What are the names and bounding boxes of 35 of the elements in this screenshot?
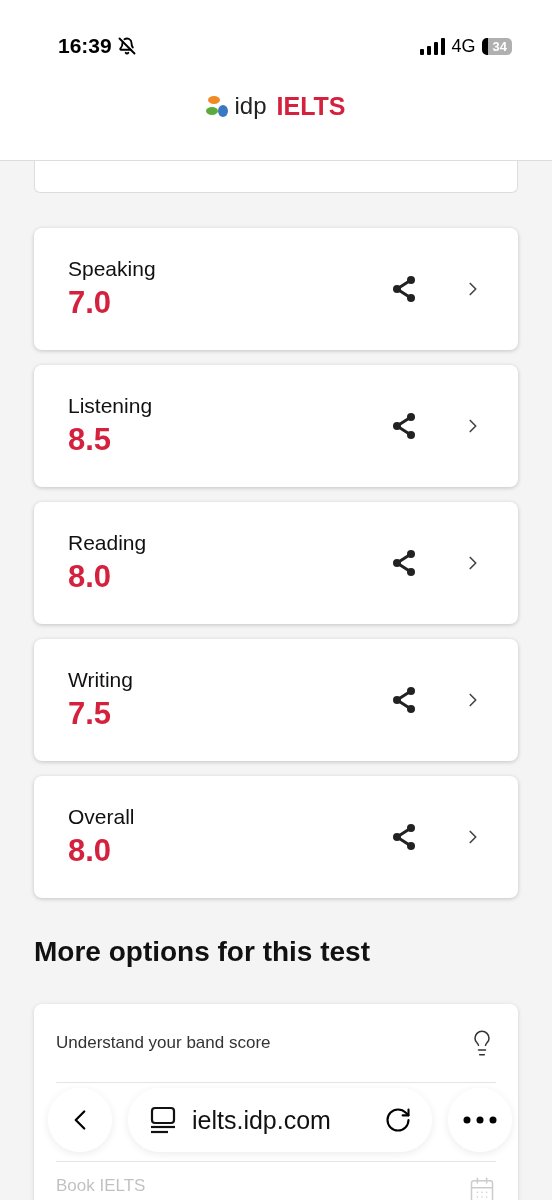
address-bar[interactable]: ielts.idp.com bbox=[128, 1088, 432, 1152]
band-score: 7.5 bbox=[68, 696, 113, 732]
score-card[interactable]: Writing 7.5 bbox=[34, 639, 518, 761]
skill-name: Overall bbox=[68, 805, 136, 829]
battery-level: 34 bbox=[481, 37, 512, 55]
network-label: 4G bbox=[451, 35, 476, 57]
band-score: 8.5 bbox=[68, 422, 113, 458]
option-label[interactable]: Understand your band score bbox=[56, 1033, 271, 1053]
score-card[interactable]: Speaking 7.0 bbox=[34, 228, 518, 350]
product-name: IELTS bbox=[276, 91, 346, 121]
band-score: 8.0 bbox=[68, 833, 113, 869]
band-score: 7.0 bbox=[68, 285, 113, 321]
band-score: 8.0 bbox=[68, 559, 113, 595]
share-icon[interactable] bbox=[390, 275, 418, 303]
section-heading: More options for this test bbox=[34, 936, 371, 968]
share-icon[interactable] bbox=[390, 412, 418, 440]
share-icon[interactable] bbox=[390, 823, 418, 851]
page-menu-icon[interactable] bbox=[148, 1105, 178, 1135]
calendar-icon bbox=[468, 1176, 496, 1200]
leaf-logo-icon bbox=[206, 94, 231, 118]
score-card[interactable]: Reading 8.0 bbox=[34, 502, 518, 624]
signal-icon bbox=[419, 37, 446, 55]
score-card[interactable]: Overall 8.0 bbox=[34, 776, 518, 898]
skill-name: Speaking bbox=[68, 257, 157, 281]
share-icon[interactable] bbox=[390, 549, 418, 577]
brand-name: idp bbox=[234, 92, 267, 120]
score-card[interactable]: Listening 8.5 bbox=[34, 365, 518, 487]
skill-name: Listening bbox=[68, 394, 154, 418]
reload-icon[interactable] bbox=[384, 1106, 412, 1134]
ellipsis-icon bbox=[463, 1116, 497, 1124]
url-text: ielts.idp.com bbox=[192, 1105, 332, 1135]
share-icon[interactable] bbox=[390, 686, 418, 714]
clock-time: 16:39 bbox=[58, 34, 112, 58]
skill-name: Reading bbox=[68, 531, 148, 555]
skill-name: Writing bbox=[68, 668, 134, 692]
